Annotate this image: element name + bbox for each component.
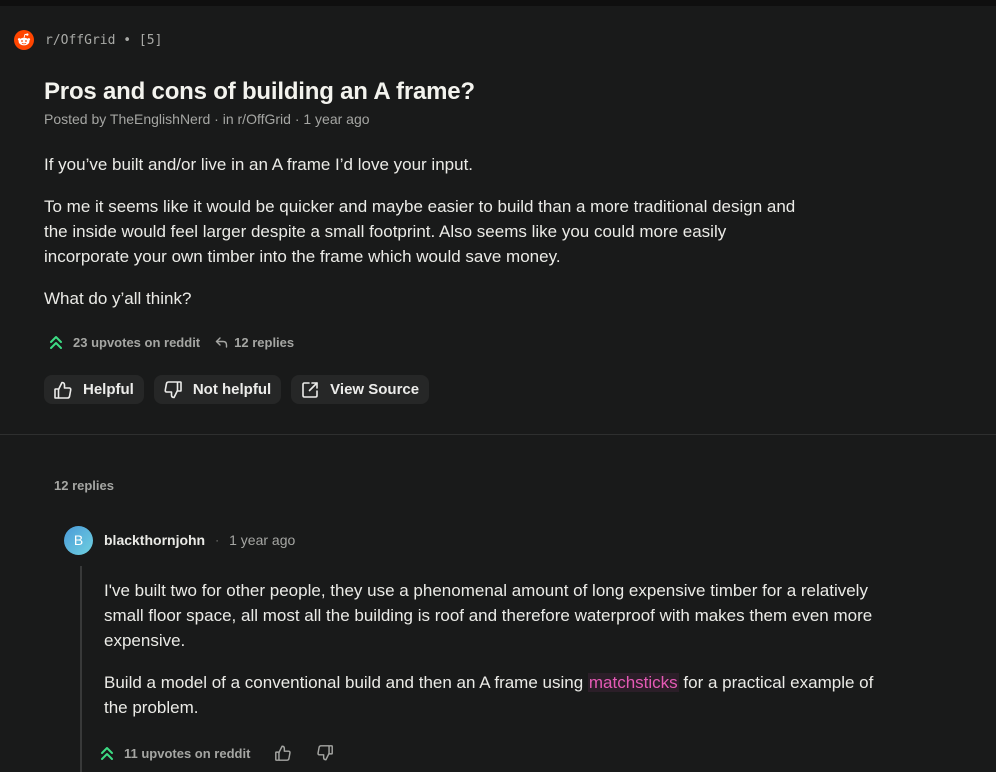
reply-icon xyxy=(215,336,228,349)
meta-separator: · xyxy=(215,533,220,547)
comment-paragraph: Build a model of a conventional build an… xyxy=(104,670,894,720)
highlighted-term[interactable]: matchsticks xyxy=(587,673,679,692)
view-source-label: View Source xyxy=(330,381,420,398)
comment-stats: 11 upvotes on reddit xyxy=(99,743,334,763)
comment-paragraph: I've built two for other people, they us… xyxy=(104,581,873,650)
comment-author[interactable]: blackthornjohn xyxy=(104,532,205,548)
post-upvotes: 23 upvotes on reddit xyxy=(73,334,201,350)
post-stats: 23 upvotes on reddit 12 replies xyxy=(48,332,294,352)
thumbs-down-icon xyxy=(163,380,183,400)
reddit-logo-icon xyxy=(14,30,34,50)
post-paragraph: If you’ve built and/or live in an A fram… xyxy=(44,155,474,174)
double-chevron-up-icon xyxy=(48,334,64,350)
comment-time: 1 year ago xyxy=(229,532,296,548)
post-replies[interactable]: 12 replies xyxy=(234,335,294,350)
post-paragraph: What do y’all think? xyxy=(44,289,192,308)
post-meta: Posted by TheEnglishNerd · in r/OffGrid … xyxy=(44,111,370,127)
external-link-icon xyxy=(300,380,320,400)
helpful-button[interactable]: Helpful xyxy=(44,375,144,404)
replies-count: 12 replies xyxy=(54,478,114,493)
feedback-actions: Helpful Not helpful View Source xyxy=(44,375,430,404)
source-label[interactable]: r/OffGrid • [5] xyxy=(45,33,162,48)
not-helpful-button[interactable]: Not helpful xyxy=(153,375,282,404)
top-bar xyxy=(0,0,996,6)
thumbs-up-icon[interactable] xyxy=(274,744,292,762)
double-chevron-up-icon xyxy=(99,745,115,761)
view-source-button[interactable]: View Source xyxy=(291,375,430,404)
post-title: Pros and cons of building an A frame? xyxy=(44,78,475,105)
thread-line[interactable] xyxy=(80,566,82,772)
post-body: If you’ve built and/or live in an A fram… xyxy=(44,152,814,328)
section-divider xyxy=(0,434,996,435)
avatar: B xyxy=(64,525,93,555)
helpful-label: Helpful xyxy=(83,381,134,398)
comment-upvotes: 11 upvotes on reddit xyxy=(124,745,251,761)
post-paragraph: To me it seems like it would be quicker … xyxy=(44,197,796,266)
thumbs-down-icon[interactable] xyxy=(316,744,334,762)
source-row: r/OffGrid • [5] xyxy=(14,30,162,50)
thumbs-up-icon xyxy=(53,380,73,400)
comment-text: Build a model of a conventional build an… xyxy=(104,673,588,692)
comment-body: I've built two for other people, they us… xyxy=(104,578,894,737)
comment-header: B blackthornjohn · 1 year ago xyxy=(64,525,296,555)
not-helpful-label: Not helpful xyxy=(192,381,272,398)
